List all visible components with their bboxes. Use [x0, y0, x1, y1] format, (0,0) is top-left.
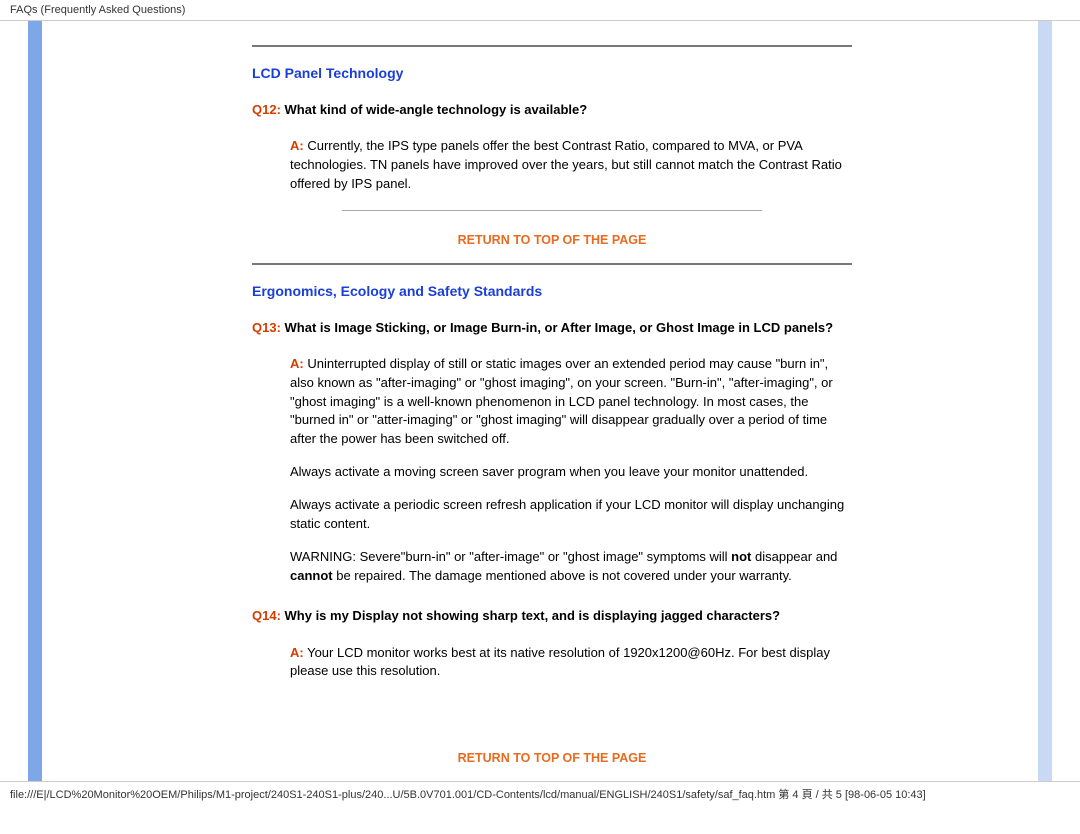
a13-p3: Always activate a periodic screen refres…: [290, 496, 852, 534]
left-stripe: [28, 21, 42, 781]
a12-block: A: Currently, the IPS type panels offer …: [290, 137, 852, 194]
return-to-top-link[interactable]: RETURN TO TOP OF THE PAGE: [252, 233, 852, 247]
return-to-top-link[interactable]: RETURN TO TOP OF THE PAGE: [252, 751, 852, 765]
q13-label: Q13:: [252, 320, 281, 335]
page-frame: LCD Panel Technology Q12: What kind of w…: [28, 21, 1052, 781]
right-stripe: [1038, 21, 1052, 781]
a13-warn-pre: WARNING: Severe"burn-in" or "after-image…: [290, 549, 731, 564]
a13-warn-mid: disappear and: [751, 549, 837, 564]
content-column: LCD Panel Technology Q12: What kind of w…: [42, 21, 1038, 781]
q14-label: Q14:: [252, 608, 281, 623]
q14-line: Q14: Why is my Display not showing sharp…: [252, 607, 852, 625]
content-inner: LCD Panel Technology Q12: What kind of w…: [252, 45, 852, 765]
footer-file-path: file:///E|/LCD%20Monitor%20OEM/Philips/M…: [0, 781, 1080, 806]
a12-text: Currently, the IPS type panels offer the…: [290, 138, 842, 191]
q12-label: Q12:: [252, 102, 281, 117]
a14-label: A:: [290, 645, 304, 660]
a13-warn-cannot: cannot: [290, 568, 333, 583]
q14-text: Why is my Display not showing sharp text…: [281, 608, 780, 623]
page-header-title: FAQs (Frequently Asked Questions): [0, 0, 1080, 21]
divider: [252, 263, 852, 265]
a12-label: A:: [290, 138, 304, 153]
a13-p1: A: Uninterrupted display of still or sta…: [290, 355, 852, 449]
a13-p2: Always activate a moving screen saver pr…: [290, 463, 852, 482]
divider-thin: [342, 210, 762, 211]
section-title-ergo: Ergonomics, Ecology and Safety Standards: [252, 283, 852, 299]
a14-text: Your LCD monitor works best at its nativ…: [290, 645, 830, 679]
a13-warn-not: not: [731, 549, 751, 564]
q12-text: What kind of wide-angle technology is av…: [281, 102, 587, 117]
q12-line: Q12: What kind of wide-angle technology …: [252, 101, 852, 119]
section-title-lcd: LCD Panel Technology: [252, 65, 852, 81]
a13-warning: WARNING: Severe"burn-in" or "after-image…: [290, 548, 852, 586]
a13-warn-post: be repaired. The damage mentioned above …: [333, 568, 792, 583]
q13-line: Q13: What is Image Sticking, or Image Bu…: [252, 319, 852, 337]
a13-block: A: Uninterrupted display of still or sta…: [290, 355, 852, 585]
a14-block: A: Your LCD monitor works best at its na…: [290, 644, 852, 682]
divider: [252, 45, 852, 47]
a13-p1-text: Uninterrupted display of still or static…: [290, 356, 833, 446]
q13-text: What is Image Sticking, or Image Burn-in…: [281, 320, 833, 335]
a13-label: A:: [290, 356, 304, 371]
